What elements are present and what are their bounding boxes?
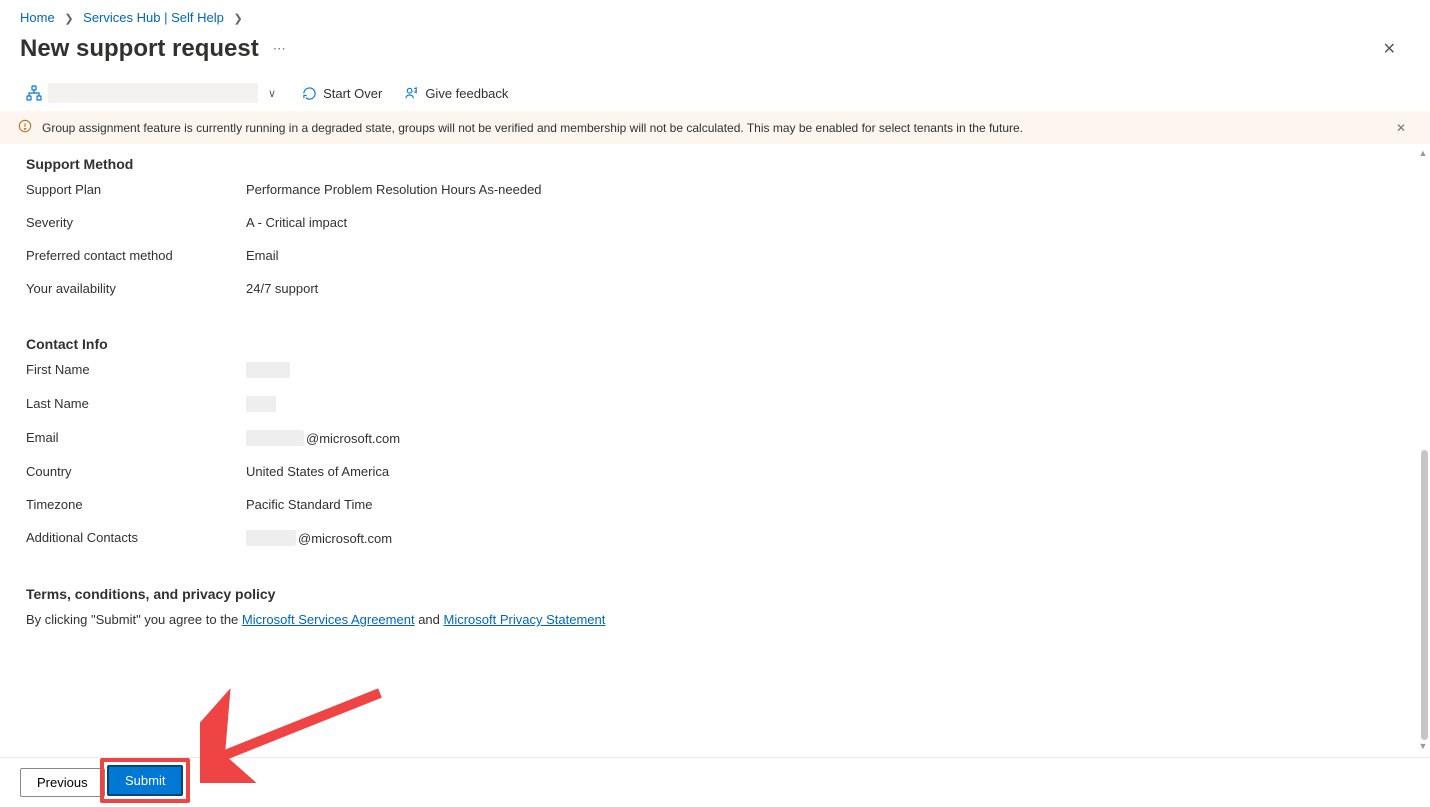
feedback-icon xyxy=(404,86,419,101)
label-last-name: Last Name xyxy=(26,396,246,411)
link-privacy-statement[interactable]: Microsoft Privacy Statement xyxy=(444,612,606,627)
start-over-button[interactable]: Start Over xyxy=(302,86,382,101)
terms-heading: Terms, conditions, and privacy policy xyxy=(26,586,1404,602)
row-country: Country United States of America xyxy=(26,464,1404,479)
link-services-agreement[interactable]: Microsoft Services Agreement xyxy=(242,612,415,627)
label-email: Email xyxy=(26,430,246,445)
chevron-right-icon: ❯ xyxy=(233,13,242,25)
terms-text: By clicking "Submit" you agree to the Mi… xyxy=(26,612,1404,627)
value-additional-suffix: @microsoft.com xyxy=(298,531,392,546)
value-preferred-contact: Email xyxy=(246,248,279,263)
label-country: Country xyxy=(26,464,246,479)
label-support-plan: Support Plan xyxy=(26,182,246,197)
label-first-name: First Name xyxy=(26,362,246,377)
warning-banner: Group assignment feature is currently ru… xyxy=(0,111,1430,144)
scroll-down-icon[interactable]: ▼ xyxy=(1419,741,1428,751)
value-first-name-redacted xyxy=(246,362,290,378)
chevron-down-icon[interactable]: ∨ xyxy=(264,85,280,102)
label-timezone: Timezone xyxy=(26,497,246,512)
banner-close-button[interactable]: ✕ xyxy=(1390,121,1412,135)
value-support-plan: Performance Problem Resolution Hours As-… xyxy=(246,182,542,197)
breadcrumb-home[interactable]: Home xyxy=(20,10,55,25)
footer-bar: Previous xyxy=(0,757,1430,807)
close-button[interactable]: ✕ xyxy=(1369,33,1410,65)
value-country: United States of America xyxy=(246,464,389,479)
terms-mid: and xyxy=(418,612,443,627)
row-preferred-contact: Preferred contact method Email xyxy=(26,248,1404,263)
scope-value-redacted xyxy=(48,83,258,103)
row-severity: Severity A - Critical impact xyxy=(26,215,1404,230)
start-over-label: Start Over xyxy=(323,86,382,101)
row-additional-contacts: Additional Contacts @microsoft.com xyxy=(26,530,1404,546)
row-first-name: First Name xyxy=(26,362,1404,378)
info-icon xyxy=(18,119,32,136)
chevron-right-icon: ❯ xyxy=(64,13,73,25)
row-support-plan: Support Plan Performance Problem Resolut… xyxy=(26,182,1404,197)
value-email-suffix: @microsoft.com xyxy=(306,431,400,446)
content-area: Support Method Support Plan Performance … xyxy=(0,144,1430,757)
value-severity: A - Critical impact xyxy=(246,215,347,230)
toolbar: ∨ Start Over Give feedback xyxy=(0,77,1430,111)
value-email-redacted xyxy=(246,430,304,446)
breadcrumb: Home ❯ Services Hub | Self Help ❯ xyxy=(0,0,1430,29)
label-availability: Your availability xyxy=(26,281,246,296)
submit-button[interactable]: Submit xyxy=(107,765,183,796)
give-feedback-button[interactable]: Give feedback xyxy=(404,86,508,101)
value-additional-redacted xyxy=(246,530,296,546)
more-actions-button[interactable]: ⋯ xyxy=(273,41,286,57)
value-last-name-redacted xyxy=(246,396,276,412)
page-title: New support request xyxy=(20,35,259,63)
support-method-heading: Support Method xyxy=(26,156,1404,172)
hierarchy-icon xyxy=(26,85,42,101)
breadcrumb-services-hub[interactable]: Services Hub | Self Help xyxy=(83,10,224,25)
page-header: New support request ⋯ ✕ xyxy=(0,29,1430,77)
terms-prefix: By clicking "Submit" you agree to the xyxy=(26,612,242,627)
scope-picker[interactable]: ∨ xyxy=(26,83,280,103)
label-severity: Severity xyxy=(26,215,246,230)
value-timezone: Pacific Standard Time xyxy=(246,497,372,512)
banner-text: Group assignment feature is currently ru… xyxy=(42,121,1023,135)
previous-button[interactable]: Previous xyxy=(20,768,105,797)
scrollbar-thumb[interactable] xyxy=(1421,450,1428,740)
label-additional-contacts: Additional Contacts xyxy=(26,530,246,545)
give-feedback-label: Give feedback xyxy=(425,86,508,101)
row-last-name: Last Name xyxy=(26,396,1404,412)
scroll-up-icon[interactable]: ▲ xyxy=(1419,148,1428,158)
row-timezone: Timezone Pacific Standard Time xyxy=(26,497,1404,512)
refresh-icon xyxy=(302,86,317,101)
label-preferred-contact: Preferred contact method xyxy=(26,248,246,263)
value-availability: 24/7 support xyxy=(246,281,318,296)
contact-info-heading: Contact Info xyxy=(26,336,1404,352)
row-availability: Your availability 24/7 support xyxy=(26,281,1404,296)
row-email: Email @microsoft.com xyxy=(26,430,1404,446)
